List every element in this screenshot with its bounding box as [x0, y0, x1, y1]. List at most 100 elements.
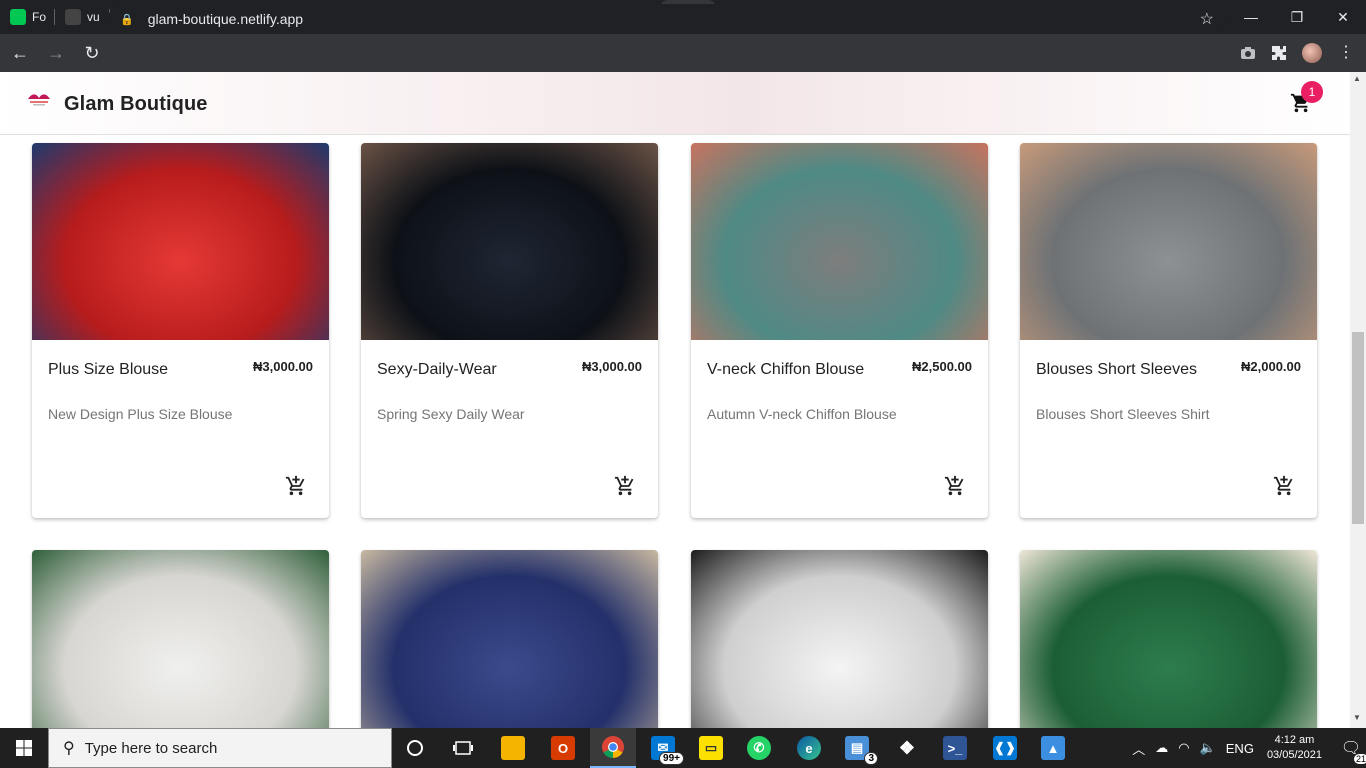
clock-date: 03/05/2021 [1266, 749, 1322, 761]
folder-icon [501, 736, 525, 760]
product-card[interactable] [32, 550, 329, 728]
dropbox-icon: ❖ [898, 737, 916, 758]
brand-title[interactable]: Glam Boutique [64, 93, 208, 116]
add-to-cart-icon[interactable] [285, 475, 307, 497]
product-card[interactable] [691, 550, 988, 728]
powershell-app[interactable]: >_ [932, 728, 978, 768]
window-controls: — ❐ ✕ [1228, 0, 1366, 34]
tab-label: Fo [32, 10, 47, 24]
clock-time: 4:12 am [1274, 734, 1315, 746]
product-image-black-lace-blouse[interactable] [361, 143, 658, 340]
office-icon: O [551, 736, 575, 760]
back-button[interactable]: ← [4, 37, 36, 69]
browser-toolbar: ← → ↻ [0, 34, 1366, 72]
product-image-green-zebra-blouse[interactable] [1020, 550, 1317, 728]
notification-center-button[interactable]: 🗨 21 [1336, 738, 1366, 764]
tab-label: vu [87, 10, 100, 24]
system-tray: ︿ ☁ ◠ 🔈 ENG 4:12 am 03/05/2021 🗨 21 [1127, 728, 1366, 768]
bookmark-star-icon[interactable]: ☆ [1200, 9, 1214, 29]
cart-count-badge: 1 [1301, 81, 1323, 103]
product-card[interactable]: Sexy-Daily-Wear ₦3,000.00 Spring Sexy Dail… [361, 143, 658, 518]
taskbar-search-box[interactable]: ⚲ Type here to search [48, 728, 392, 768]
photos-app[interactable]: ▲ [1030, 728, 1076, 768]
minimize-button[interactable]: — [1228, 0, 1274, 34]
product-image-white-office-shirt[interactable] [691, 550, 988, 728]
sticky-notes-icon: ▭ [699, 736, 723, 760]
product-price: ₦3,000.00 [582, 359, 642, 374]
product-price: ₦3,000.00 [253, 359, 313, 374]
windows-taskbar: ⚲ Type here to search O ✉ 99+ ▭ ✆ e ▤ 3 ❖ … [0, 728, 1366, 768]
browser-tab[interactable]: vu [55, 0, 110, 34]
language-indicator[interactable]: ENG [1226, 741, 1254, 756]
forward-button[interactable]: → [40, 37, 72, 69]
product-image-red-paisley-blouse[interactable] [32, 143, 329, 340]
product-card[interactable] [361, 550, 658, 728]
add-to-cart-icon[interactable] [614, 475, 636, 497]
product-name: V-neck Chiffon Blouse [707, 361, 865, 378]
search-placeholder: Type here to search [84, 739, 218, 757]
github-icon [65, 9, 81, 25]
task-view-button[interactable] [440, 728, 486, 768]
product-image-grey-dotted-blouse[interactable] [1020, 143, 1317, 340]
show-hidden-icons-chevron-icon[interactable]: ︿ [1132, 739, 1145, 758]
maximize-button[interactable]: ❐ [1274, 0, 1320, 34]
scroll-down-arrow-icon[interactable]: ▼ [1353, 713, 1361, 722]
boutique-logo-icon[interactable] [26, 93, 52, 107]
url-text: glam-boutique.netlify.app [147, 11, 304, 27]
whatsapp-icon: ✆ [747, 736, 771, 760]
product-description: Blouses Short Sleeves Shirt [1036, 406, 1210, 422]
cortana-button[interactable] [392, 728, 438, 768]
search-icon: ⚲ [63, 740, 75, 757]
product-card[interactable]: V-neck Chiffon Blouse ₦2,500.00 Autumn V-n… [691, 143, 988, 518]
windows-logo-icon [16, 740, 32, 756]
product-card[interactable]: Blouses Short Sleeves ₦2,000.00 Blouses Sh… [1020, 143, 1317, 518]
add-to-cart-icon[interactable] [944, 475, 966, 497]
wifi-icon[interactable]: ◠ [1178, 740, 1189, 756]
product-name: Plus Size Blouse [48, 361, 169, 378]
product-price: ₦2,500.00 [912, 359, 972, 374]
start-button[interactable] [0, 728, 48, 768]
product-card[interactable]: Plus Size Blouse ₦3,000.00 New Design Plus… [32, 143, 329, 518]
profile-avatar[interactable] [1302, 43, 1322, 63]
scroll-up-arrow-icon[interactable]: ▲ [1353, 74, 1361, 83]
address-bar[interactable]: 🔒 glam-boutique.netlify.app ☆ [108, 4, 1226, 34]
product-image-white-dandelion-top[interactable] [32, 550, 329, 728]
chrome-icon [602, 736, 624, 758]
product-image-navy-satin-shirt[interactable] [361, 550, 658, 728]
m-logo-icon [10, 9, 26, 25]
app-header: Glam Boutique 1 [0, 72, 1350, 135]
browser-tab[interactable]: Fo [0, 0, 55, 34]
extensions-puzzle-icon[interactable] [1270, 44, 1288, 62]
edge-app[interactable]: e [786, 728, 832, 768]
add-to-cart-icon[interactable] [1273, 475, 1295, 497]
vscode-icon: ❰❱ [993, 736, 1017, 760]
product-description: Spring Sexy Daily Wear [377, 406, 525, 422]
product-image-grey-chiffon-blouse[interactable] [691, 143, 988, 340]
file-explorer-app[interactable] [490, 728, 536, 768]
lock-icon: 🔒 [120, 13, 134, 26]
clock[interactable]: 4:12 am 03/05/2021 [1267, 733, 1322, 763]
whatsapp-app[interactable]: ✆ [736, 728, 782, 768]
product-card[interactable] [1020, 550, 1317, 728]
web-page: Glam Boutique 1 Plus Size Blouse ₦3,000.0… [0, 72, 1350, 728]
product-name: Blouses Short Sleeves [1036, 361, 1197, 378]
onedrive-cloud-icon[interactable]: ☁ [1155, 740, 1168, 756]
dropbox-app[interactable]: ❖ [884, 728, 930, 768]
product-name: Sexy-Daily-Wear [377, 361, 497, 378]
office-app[interactable]: O [540, 728, 586, 768]
product-description: New Design Plus Size Blouse [48, 406, 233, 422]
camera-icon[interactable] [1239, 44, 1257, 62]
mail-app[interactable]: ✉ 99+ [640, 728, 686, 768]
close-window-button[interactable]: ✕ [1320, 0, 1366, 34]
files-app[interactable]: ▤ 3 [834, 728, 880, 768]
photos-icon: ▲ [1041, 736, 1065, 760]
browser-menu-icon[interactable]: ⋮ [1338, 42, 1354, 62]
mail-badge: 99+ [659, 752, 684, 765]
chrome-app[interactable] [590, 728, 636, 768]
volume-icon[interactable]: 🔈 [1200, 740, 1216, 756]
sticky-notes-app[interactable]: ▭ [688, 728, 734, 768]
reload-button[interactable]: ↻ [76, 37, 108, 69]
vscode-app[interactable]: ❰❱ [982, 728, 1028, 768]
edge-icon: e [797, 736, 821, 760]
scrollbar-thumb[interactable] [1352, 332, 1364, 524]
